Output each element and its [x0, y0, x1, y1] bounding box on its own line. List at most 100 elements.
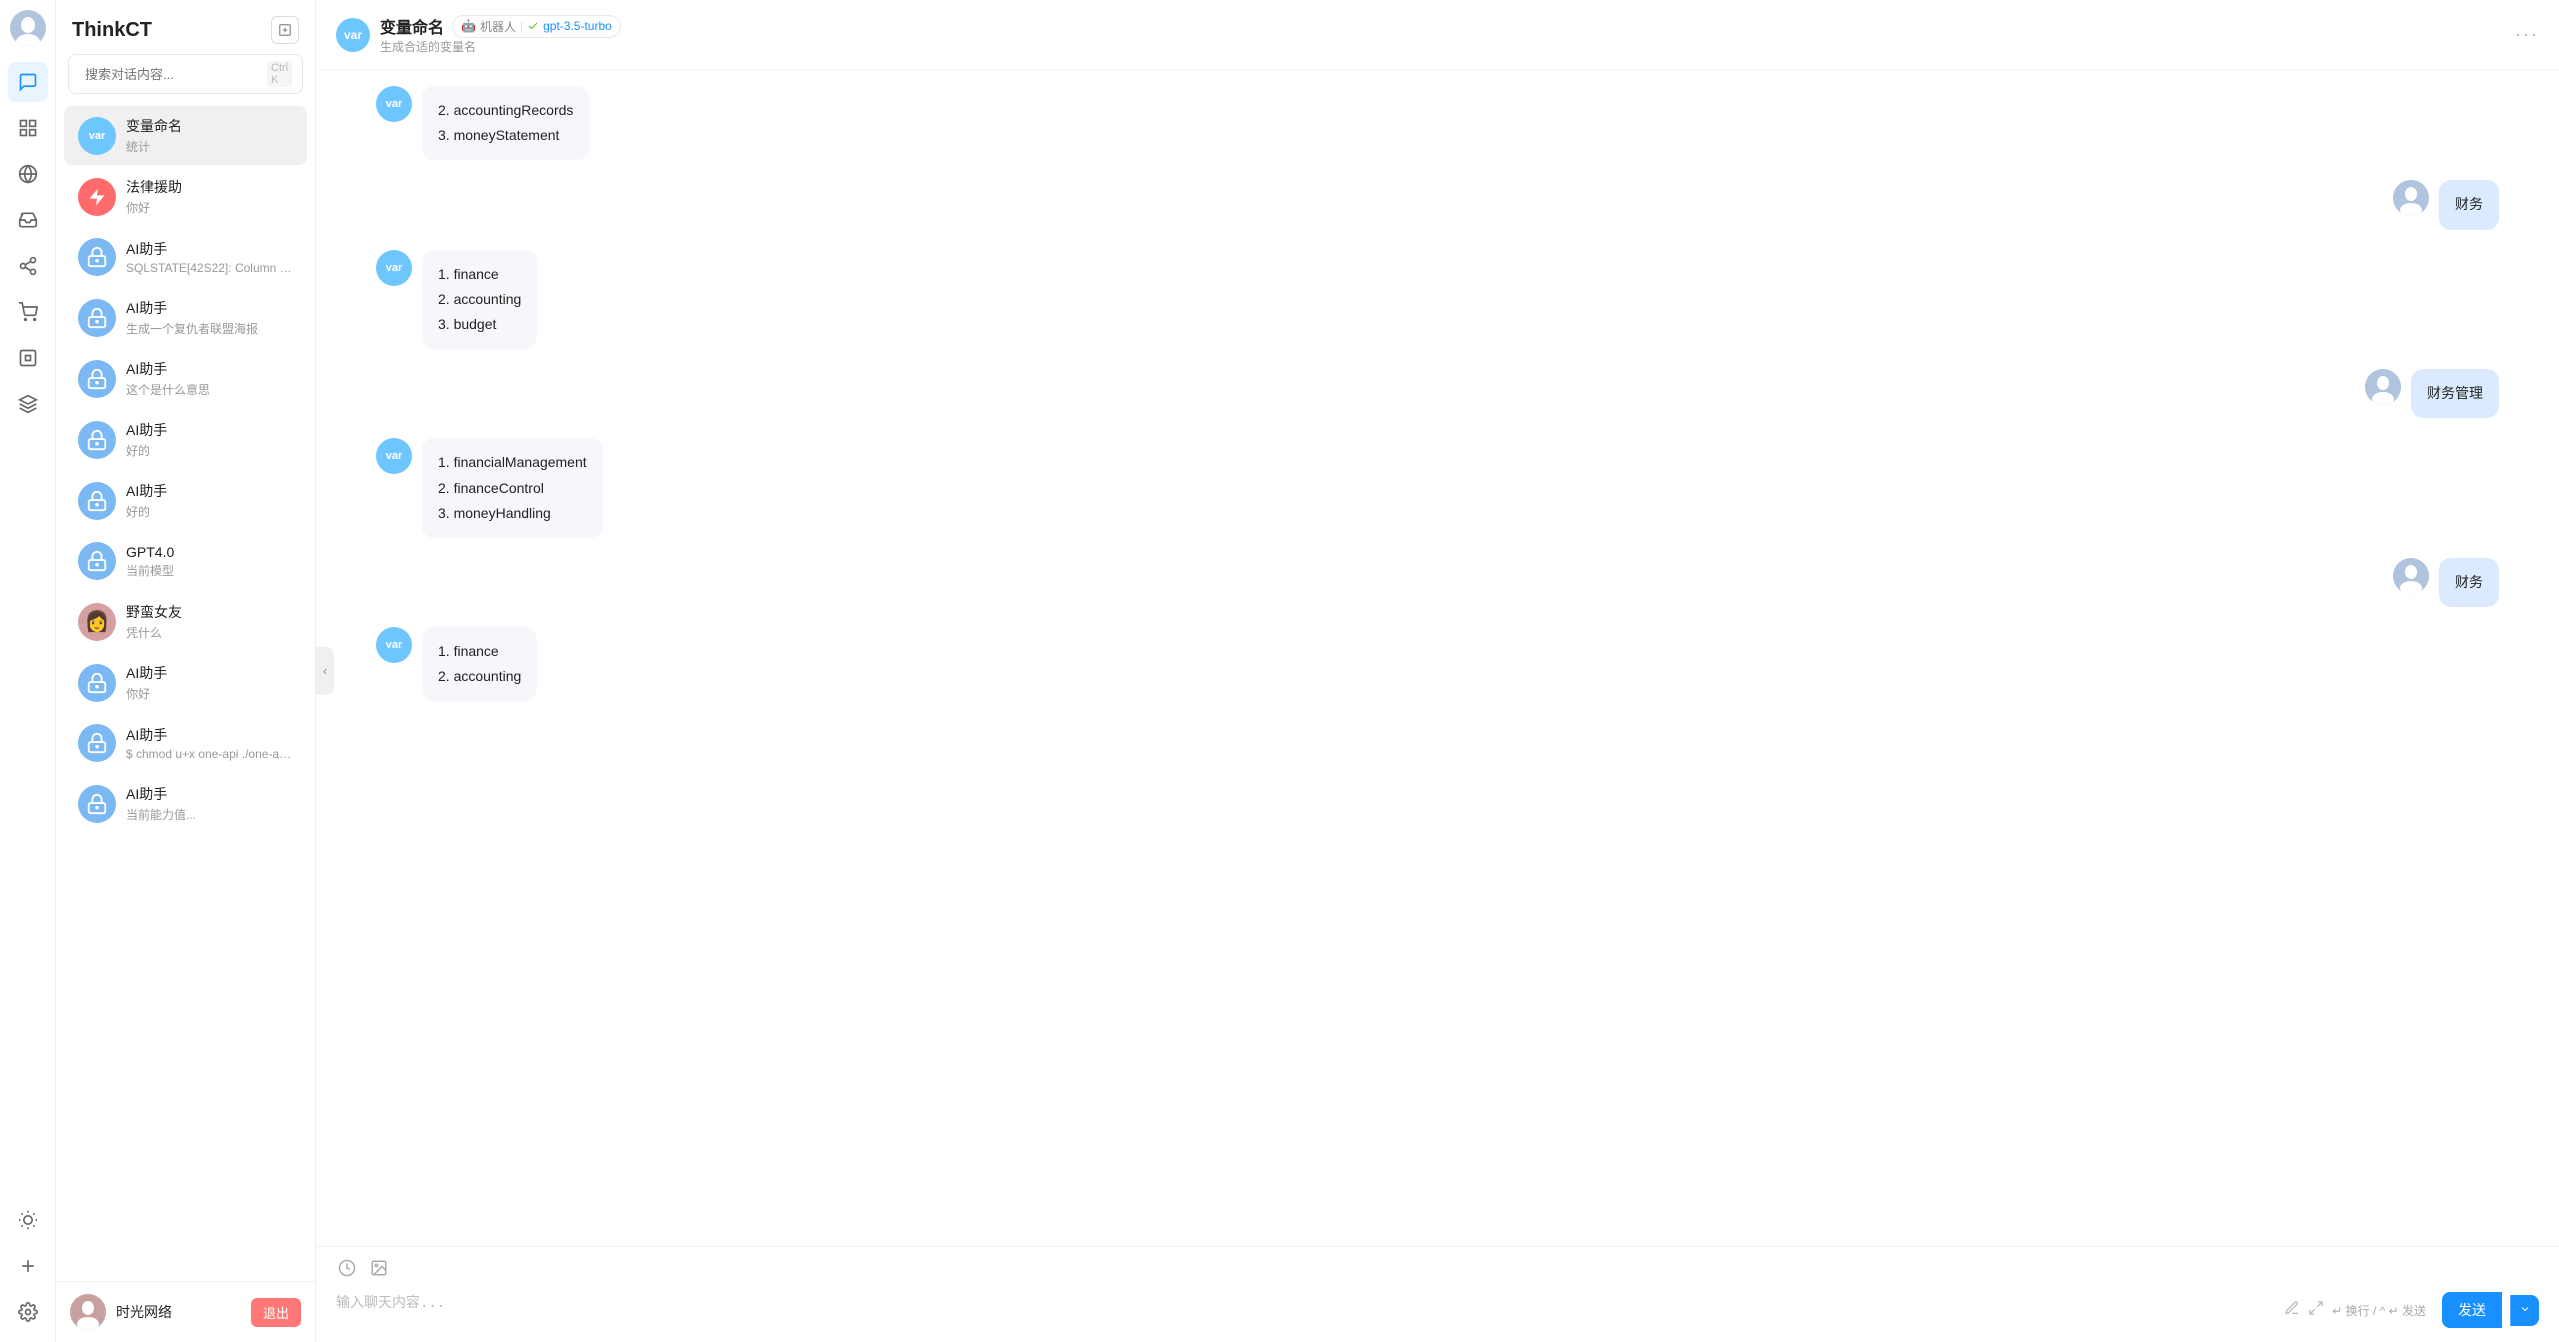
conversation-name: 野蛮女友 [126, 602, 293, 622]
conversation-info: AI助手 这个是什么意思 [126, 359, 293, 398]
chat-name: 变量命名 [380, 14, 444, 38]
message-row: 财务管理 [376, 369, 2499, 418]
conversation-item[interactable]: 法律援助 你好 [64, 167, 307, 226]
conversation-info: 变量命名 统计 [126, 116, 293, 155]
robot-indicator: 🤖 [461, 19, 476, 33]
sidebar-item-share[interactable] [8, 246, 48, 286]
message-row: var1. financialManagement2. financeContr… [376, 438, 2499, 538]
conversation-info: AI助手 好的 [126, 420, 293, 459]
message-row: 财务 [376, 558, 2499, 607]
conversation-item[interactable]: AI助手 当前能力值... [64, 774, 307, 833]
conversation-preview: 你好 [126, 199, 293, 216]
avatar [78, 178, 116, 216]
sidebar-item-inbox[interactable] [8, 200, 48, 240]
message-line: 1. finance [438, 262, 521, 287]
conversation-item[interactable]: AI助手 SQLSTATE[42S22]: Column not found:.… [64, 228, 307, 286]
sidebar-item-layers[interactable] [8, 384, 48, 424]
conversation-preview: 当前模型 [126, 562, 293, 579]
user-avatar [2365, 369, 2401, 405]
message-line: 2. accountingRecords [438, 98, 573, 123]
conversation-item[interactable]: AI助手 这个是什么意思 [64, 349, 307, 408]
conversation-name: GPT4.0 [126, 544, 293, 560]
conversation-preview: SQLSTATE[42S22]: Column not found:... [126, 261, 293, 275]
logout-button[interactable]: 退出 [251, 1298, 301, 1327]
conversation-item[interactable]: var 变量命名 统计 [64, 106, 307, 165]
conversation-item[interactable]: 👩 野蛮女友 凭什么 [64, 592, 307, 651]
send-button[interactable]: 发送 [2442, 1292, 2502, 1328]
bot-avatar: var [376, 86, 412, 122]
conversation-name: AI助手 [126, 725, 293, 745]
bot-avatar: var [376, 627, 412, 663]
conversation-preview: 凭什么 [126, 624, 293, 641]
user-avatar [2393, 180, 2429, 216]
search-bar[interactable]: Ctrl K [68, 54, 303, 94]
timer-tool-button[interactable] [336, 1257, 358, 1284]
sidebar-item-chat[interactable] [8, 62, 48, 102]
chat-subtitle: 生成合适的变量名 [380, 38, 621, 55]
chat-input-row: ↵ 换行 / ^ ↵ 发送 发送 [336, 1292, 2539, 1328]
avatar [78, 238, 116, 276]
conversation-name: AI助手 [126, 784, 293, 804]
chat-header-info: 变量命名 🤖 机器人 | gpt-3.5-turbo 生成合适的变量名 [380, 14, 621, 55]
avatar [78, 664, 116, 702]
conversation-info: AI助手 当前能力值... [126, 784, 293, 823]
conversation-preview: 统计 [126, 138, 293, 155]
conversation-preview: 你好 [126, 685, 293, 702]
conversation-name: AI助手 [126, 420, 293, 440]
conversation-name: 变量命名 [126, 116, 293, 136]
settings-icon[interactable] [8, 1292, 48, 1332]
expand-icon[interactable] [2308, 1300, 2324, 1321]
conversation-name: AI助手 [126, 239, 293, 259]
message-line: 1. finance [438, 639, 521, 664]
conversation-preview: 这个是什么意思 [126, 381, 293, 398]
send-dropdown-button[interactable] [2510, 1295, 2539, 1326]
chat-input[interactable] [336, 1292, 2276, 1328]
conversation-item[interactable]: AI助手 好的 [64, 410, 307, 469]
edit-icon[interactable] [2284, 1300, 2300, 1321]
conversation-name: AI助手 [126, 481, 293, 501]
conversation-item[interactable]: AI助手 好的 [64, 471, 307, 530]
message-row: var1. finance2. accounting [376, 627, 2499, 701]
user-message: 财务管理 [2411, 369, 2499, 418]
icon-bar-bottom [8, 1200, 48, 1332]
user-avatar-bar [10, 10, 46, 46]
sidebar-header: ThinkCT [56, 0, 315, 54]
user-message: 财务 [2439, 558, 2499, 607]
bot-avatar: var [376, 438, 412, 474]
footer-username: 时光网络 [116, 1302, 241, 1322]
message-list: var 2. accountingRecords3. moneyStatement… [316, 70, 2559, 1246]
image-tool-button[interactable] [368, 1257, 390, 1284]
icon-bar [0, 0, 56, 1342]
conversation-item[interactable]: GPT4.0 当前模型 [64, 532, 307, 590]
conversation-preview: 好的 [126, 442, 293, 459]
theme-toggle[interactable] [8, 1200, 48, 1240]
conversation-preview: 好的 [126, 503, 293, 520]
sidebar-item-globe[interactable] [8, 154, 48, 194]
conversation-name: AI助手 [126, 298, 293, 318]
conversation-item[interactable]: AI助手 生成一个复仇者联盟海报 [64, 288, 307, 347]
chat-header-left: var 变量命名 🤖 机器人 | gpt-3.5-turbo 生成合适的变量名 [336, 14, 621, 55]
conversation-item[interactable]: AI助手 你好 [64, 653, 307, 712]
more-options-button[interactable]: ··· [2515, 24, 2539, 45]
message-row: var1. finance2. accounting3. budget [376, 250, 2499, 350]
avatar [78, 421, 116, 459]
custom-icon[interactable] [8, 1246, 48, 1286]
conversation-info: GPT4.0 当前模型 [126, 544, 293, 579]
sidebar-item-plugin[interactable] [8, 338, 48, 378]
sidebar-item-cart[interactable] [8, 292, 48, 332]
conversation-info: AI助手 好的 [126, 481, 293, 520]
message-line: 3. moneyStatement [438, 123, 573, 148]
new-chat-button[interactable] [271, 16, 299, 44]
conversation-name: AI助手 [126, 663, 293, 683]
conversation-info: 野蛮女友 凭什么 [126, 602, 293, 641]
sidebar-title: ThinkCT [72, 19, 152, 42]
user-message: 财务 [2439, 180, 2499, 229]
search-input[interactable] [85, 67, 261, 82]
avatar [78, 299, 116, 337]
collapse-sidebar-button[interactable]: ‹ [316, 647, 334, 695]
conversation-preview: $ chmod u+x one-api ./one-api --port 3..… [126, 747, 293, 761]
sidebar-item-apps[interactable] [8, 108, 48, 148]
message-line: 1. financialManagement [438, 450, 587, 475]
conversation-item[interactable]: AI助手 $ chmod u+x one-api ./one-api --por… [64, 714, 307, 772]
chat-header-avatar: var [336, 18, 370, 52]
